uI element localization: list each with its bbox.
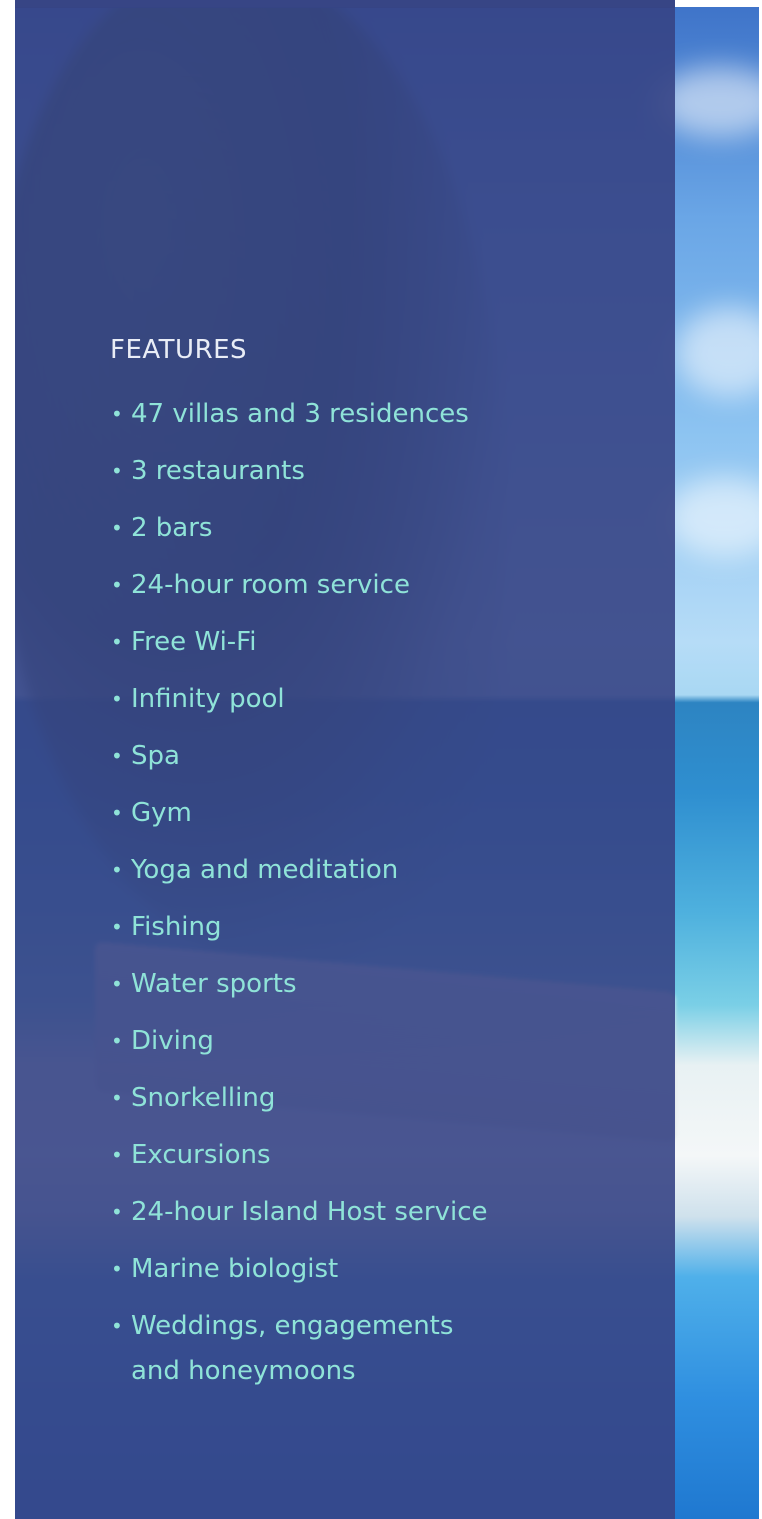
feature-item: • Fishing bbox=[110, 905, 540, 962]
feature-label: 24-hour Island Host service bbox=[131, 1197, 488, 1227]
bullet-icon: • bbox=[111, 1314, 123, 1338]
feature-item: • Spa bbox=[110, 734, 540, 791]
feature-label-line-2: and honeymoons bbox=[131, 1356, 356, 1386]
bullet-icon: • bbox=[111, 687, 123, 711]
feature-label: Excursions bbox=[131, 1140, 271, 1170]
feature-item: • Excursions bbox=[110, 1133, 540, 1190]
cloud-shape bbox=[675, 307, 759, 397]
feature-label: Diving bbox=[131, 1026, 214, 1056]
bullet-icon: • bbox=[111, 972, 123, 996]
feature-item: • 24-hour room service bbox=[110, 563, 540, 620]
feature-item: • Marine biologist bbox=[110, 1247, 540, 1304]
feature-label: Spa bbox=[131, 741, 180, 771]
feature-item: • Free Wi-Fi bbox=[110, 620, 540, 677]
feature-label: Water sports bbox=[131, 969, 297, 999]
panel-top-edge bbox=[15, 0, 675, 8]
bullet-icon: • bbox=[111, 516, 123, 540]
feature-label: Yoga and meditation bbox=[131, 855, 399, 885]
feature-label-line-1: Weddings, engagements bbox=[131, 1311, 454, 1341]
feature-label: 47 villas and 3 residences bbox=[131, 399, 469, 429]
bullet-icon: • bbox=[111, 801, 123, 825]
feature-item: • Snorkelling bbox=[110, 1076, 540, 1133]
bullet-icon: • bbox=[111, 630, 123, 654]
bullet-icon: • bbox=[111, 915, 123, 939]
bullet-icon: • bbox=[111, 858, 123, 882]
feature-item: • Diving bbox=[110, 1019, 540, 1076]
feature-label: 2 bars bbox=[131, 513, 213, 543]
feature-item: • Water sports bbox=[110, 962, 540, 1019]
bullet-icon: • bbox=[111, 1200, 123, 1224]
bullet-icon: • bbox=[111, 459, 123, 483]
bullet-icon: • bbox=[111, 1029, 123, 1053]
features-panel: FEATURES • 47 villas and 3 residences • 3 … bbox=[15, 0, 675, 1519]
feature-item: • 47 villas and 3 residences bbox=[110, 392, 540, 449]
feature-item: • Weddings, engagements and honeymoons bbox=[110, 1304, 540, 1394]
feature-label: Marine biologist bbox=[131, 1254, 339, 1284]
features-list: • 47 villas and 3 residences • 3 restauran… bbox=[110, 392, 540, 1394]
bullet-icon: • bbox=[111, 1143, 123, 1167]
feature-item: • Gym bbox=[110, 791, 540, 848]
feature-item: • 2 bars bbox=[110, 506, 540, 563]
bullet-icon: • bbox=[111, 1086, 123, 1110]
bullet-icon: • bbox=[111, 1257, 123, 1281]
feature-item: • 3 restaurants bbox=[110, 449, 540, 506]
feature-label: Snorkelling bbox=[131, 1083, 276, 1113]
feature-item: • 24-hour Island Host service bbox=[110, 1190, 540, 1247]
feature-label: 3 restaurants bbox=[131, 456, 305, 486]
feature-item: • Infinity pool bbox=[110, 677, 540, 734]
feature-label: Fishing bbox=[131, 912, 222, 942]
bullet-icon: • bbox=[111, 573, 123, 597]
feature-label: Infinity pool bbox=[131, 684, 285, 714]
cloud-shape bbox=[665, 477, 759, 557]
bullet-icon: • bbox=[111, 402, 123, 426]
bullet-icon: • bbox=[111, 744, 123, 768]
features-heading: FEATURES bbox=[110, 335, 248, 365]
feature-label: Gym bbox=[131, 798, 192, 828]
feature-label: 24-hour room service bbox=[131, 570, 410, 600]
feature-label: Free Wi-Fi bbox=[131, 627, 257, 657]
feature-item: • Yoga and meditation bbox=[110, 848, 540, 905]
